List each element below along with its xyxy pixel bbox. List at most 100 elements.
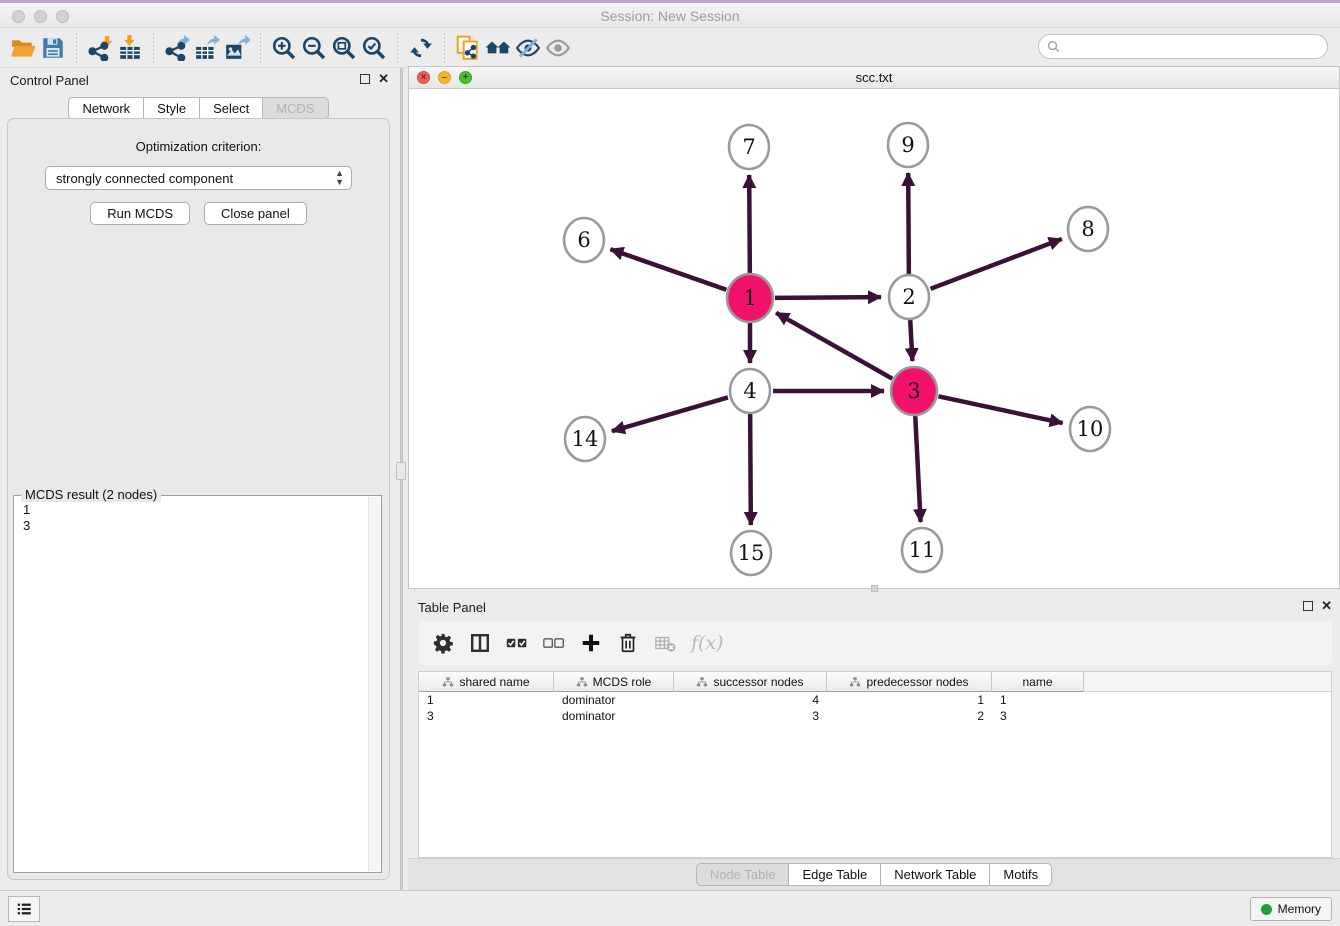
export-table-icon[interactable]	[192, 33, 222, 63]
tab-node-table[interactable]: Node Table	[696, 863, 790, 886]
memory-button[interactable]: Memory	[1250, 897, 1332, 921]
control-panel-tabs: NetworkStyleSelectMCDS	[0, 97, 397, 120]
mcds-result-list[interactable]: 13	[15, 497, 367, 871]
edge-1-6[interactable]	[610, 249, 726, 290]
memory-label: Memory	[1278, 902, 1321, 916]
settings-gear-icon[interactable]	[432, 632, 454, 654]
optimization-criterion-label: Optimization criterion:	[8, 139, 389, 154]
cell[interactable]: 3	[419, 708, 554, 724]
open-session-icon[interactable]	[8, 33, 38, 63]
table-row[interactable]: 3dominator323	[419, 708, 1331, 724]
node-label-6: 6	[577, 228, 590, 252]
table-row[interactable]: 1dominator411	[419, 692, 1331, 708]
tab-network-table[interactable]: Network Table	[880, 863, 990, 886]
cell[interactable]: 2	[827, 708, 992, 724]
cell[interactable]: 3	[674, 708, 827, 724]
refresh-icon[interactable]	[406, 33, 436, 63]
panel-divider-handle[interactable]	[396, 462, 406, 480]
cell[interactable]: 1	[419, 692, 554, 708]
graph-canvas[interactable]: 7968124314101511	[409, 89, 1339, 588]
close-panel-icon[interactable]: ✕	[378, 73, 389, 84]
select-all-icon[interactable]	[506, 632, 528, 654]
save-session-icon[interactable]	[38, 33, 68, 63]
node-label-7: 7	[742, 135, 755, 159]
titlebar: Session: New Session	[0, 0, 1340, 28]
import-table-icon[interactable]	[115, 33, 145, 63]
add-row-icon[interactable]	[580, 632, 602, 654]
selected-criterion: strongly connected component	[56, 171, 233, 186]
network-view-window: × – + scc.txt 7968124314101511	[408, 66, 1340, 589]
search-input[interactable]	[1064, 39, 1327, 54]
column-header-shared-name[interactable]: shared name	[419, 672, 554, 692]
edge-3-11[interactable]	[915, 416, 920, 522]
network-canvas[interactable]: 7968124314101511	[409, 89, 1339, 588]
cell[interactable]: 1	[827, 692, 992, 708]
hide-selected-icon[interactable]	[513, 33, 543, 63]
zoom-fit-icon[interactable]	[329, 33, 359, 63]
toolbar-separator	[153, 33, 154, 63]
edge-2-3[interactable]	[910, 320, 912, 361]
edge-2-9[interactable]	[908, 173, 909, 274]
edge-2-8[interactable]	[931, 239, 1062, 289]
node-table[interactable]: shared nameMCDS rolesuccessor nodesprede…	[418, 671, 1332, 858]
zoom-out-icon[interactable]	[299, 33, 329, 63]
tab-edge-table[interactable]: Edge Table	[788, 863, 881, 886]
run-mcds-button[interactable]: Run MCDS	[90, 202, 190, 225]
cell[interactable]: dominator	[554, 708, 674, 724]
cell[interactable]: 4	[674, 692, 827, 708]
task-history-button[interactable]	[8, 896, 40, 922]
edge-1-2[interactable]	[775, 297, 881, 298]
cell[interactable]: 1	[992, 692, 1084, 708]
tab-style[interactable]: Style	[143, 97, 200, 120]
toolbar-separator	[444, 33, 445, 63]
cell[interactable]: 3	[992, 708, 1084, 724]
node-label-14: 14	[572, 427, 599, 451]
select-first-neighbors-icon[interactable]	[483, 33, 513, 63]
float-table-panel-icon[interactable]	[1303, 601, 1313, 611]
node-label-15: 15	[738, 541, 765, 565]
import-network-icon[interactable]	[85, 33, 115, 63]
optimization-criterion-select[interactable]: strongly connected component ▲▼	[45, 166, 352, 190]
column-header-predecessor-nodes[interactable]: predecessor nodes	[827, 672, 992, 692]
zoom-in-icon[interactable]	[269, 33, 299, 63]
show-all-icon[interactable]	[543, 33, 573, 63]
float-panel-icon[interactable]	[360, 74, 370, 84]
node-label-4: 4	[743, 379, 756, 403]
column-header-successor-nodes[interactable]: successor nodes	[674, 672, 827, 692]
tab-motifs[interactable]: Motifs	[989, 863, 1052, 886]
edge-3-1[interactable]	[776, 313, 892, 379]
table-header-row: shared nameMCDS rolesuccessor nodesprede…	[419, 672, 1331, 692]
edge-1-7[interactable]	[749, 175, 750, 273]
column-header-MCDS-role[interactable]: MCDS role	[554, 672, 674, 692]
column-header-name[interactable]: name	[992, 672, 1084, 692]
network-window-titlebar[interactable]: × – + scc.txt	[409, 67, 1339, 89]
zoom-selected-icon[interactable]	[359, 33, 389, 63]
network-from-selection-icon[interactable]	[453, 33, 483, 63]
edge-4-15[interactable]	[750, 414, 751, 525]
edge-3-10[interactable]	[938, 396, 1062, 423]
cytoscape-window: Session: New Session Control Panel ✕ Net…	[0, 0, 1340, 926]
window-resize-handle[interactable]	[871, 585, 878, 592]
mcds-panel: Optimization criterion: strongly connect…	[7, 118, 390, 880]
tab-mcds[interactable]: MCDS	[262, 97, 328, 120]
export-image-icon[interactable]	[222, 33, 252, 63]
toolbar-separator	[260, 33, 261, 63]
show-columns-icon[interactable]	[469, 632, 491, 654]
close-table-panel-icon[interactable]: ✕	[1321, 600, 1332, 611]
edge-4-14[interactable]	[612, 397, 728, 431]
delete-row-icon[interactable]	[617, 632, 639, 654]
mcds-result-item: 3	[23, 518, 359, 534]
function-builder-icon: f(x)	[691, 632, 724, 654]
result-scrollbar[interactable]	[368, 497, 380, 871]
export-network-icon[interactable]	[162, 33, 192, 63]
deselect-all-icon[interactable]	[543, 632, 565, 654]
node-label-9: 9	[901, 133, 914, 157]
table-toolbar: f(x)	[418, 621, 1332, 665]
close-panel-button[interactable]: Close panel	[204, 202, 307, 225]
search-box[interactable]	[1038, 34, 1328, 59]
column-label: name	[1022, 675, 1052, 689]
tab-select[interactable]: Select	[199, 97, 263, 120]
tab-network[interactable]: Network	[68, 97, 144, 120]
sort-icon	[576, 676, 588, 688]
cell[interactable]: dominator	[554, 692, 674, 708]
